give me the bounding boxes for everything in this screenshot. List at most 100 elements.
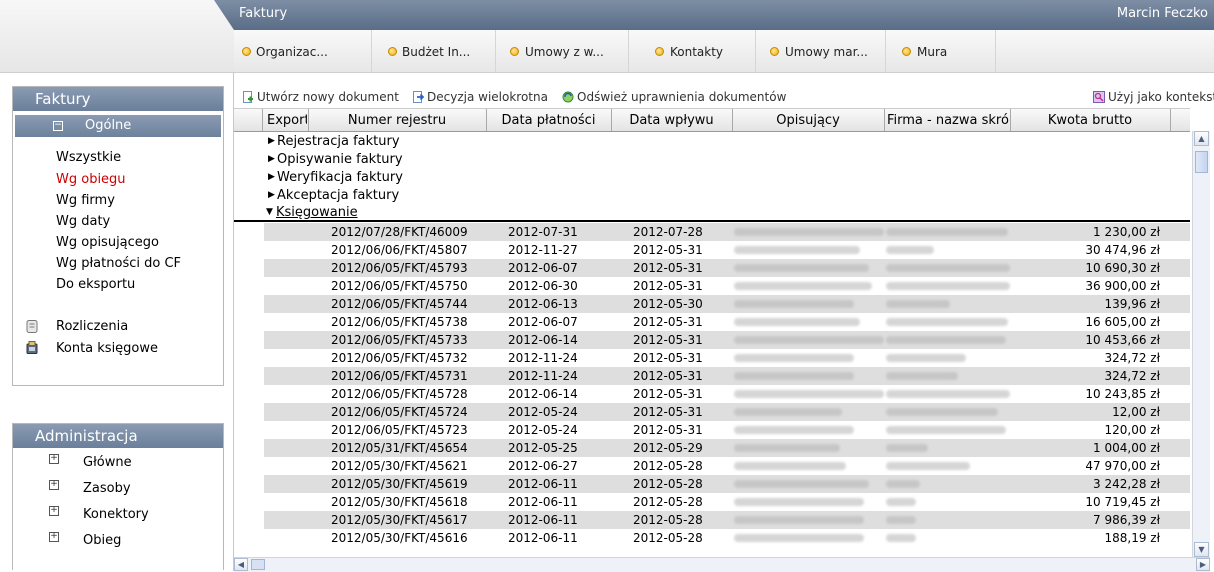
vertical-scrollbar[interactable]: ▲ ▼ [1192, 131, 1210, 557]
cell-data-platnosci: 2012-06-13 [508, 297, 578, 311]
tab-kontakty[interactable]: Kontakty [629, 30, 756, 72]
grid-body: ▶ Rejestracja faktury ▶ Opisywanie faktu… [234, 131, 1190, 557]
scroll-right-icon[interactable]: ▶ [1196, 558, 1210, 571]
nav-do-eksportu[interactable]: Do eksportu [56, 277, 135, 292]
nav-wszystkie[interactable]: Wszystkie [56, 150, 121, 165]
redacted-firma [886, 336, 1006, 344]
admin-item-obieg[interactable]: + Obieg [13, 526, 223, 552]
cell-data-wplywu: 2012-05-31 [633, 315, 703, 329]
ogolne-header[interactable]: − Ogólne [15, 115, 221, 137]
table-row[interactable]: 2012/06/05/FKT/45744 2012-06-13 2012-05-30… [264, 295, 1190, 313]
administracja-panel: Administracja + Główne + Zasoby + Konekt… [12, 423, 224, 570]
table-row[interactable]: 2012/05/30/FKT/45617 2012-06-11 2012-05-28… [264, 511, 1190, 529]
redacted-firma [886, 480, 920, 488]
cell-kwota-brutto: 324,72 zł [1104, 351, 1160, 365]
cell-numer-rejestru: 2012/06/05/FKT/45738 [331, 315, 468, 329]
table-row[interactable]: 2012/05/31/FKT/45654 2012-05-25 2012-05-29… [264, 439, 1190, 457]
admin-item-glowne[interactable]: + Główne [13, 448, 223, 474]
user-name[interactable]: Marcin Feczko [1117, 6, 1208, 21]
col-export[interactable]: Export [267, 113, 307, 128]
group-weryfikacja[interactable]: ▶ Weryfikacja faktury [234, 169, 1190, 187]
cell-data-platnosci: 2012-06-07 [508, 315, 578, 329]
cell-kwota-brutto: 10 243,85 zł [1085, 387, 1160, 401]
cell-data-wplywu: 2012-05-28 [633, 495, 703, 509]
cell-numer-rejestru: 2012/06/05/FKT/45724 [331, 405, 468, 419]
table-row[interactable]: 2012/06/05/FKT/45724 2012-05-24 2012-05-31… [264, 403, 1190, 421]
faktury-panel: Faktury − Ogólne Wszystkie Wg obiegu Wg … [12, 86, 224, 386]
cell-numer-rejestru: 2012/05/30/FKT/45621 [331, 459, 468, 473]
tab-umowy-mar[interactable]: Umowy mar... [756, 30, 886, 72]
faktury-panel-title[interactable]: Faktury [13, 87, 223, 111]
group-akceptacja[interactable]: ▶ Akceptacja faktury [234, 187, 1190, 205]
table-row[interactable]: 2012/06/05/FKT/45750 2012-06-30 2012-05-31… [264, 277, 1190, 295]
tab-mura[interactable]: Mura [886, 30, 996, 72]
col-firma[interactable]: Firma - nazwa skró [885, 113, 1011, 128]
administracja-panel-title[interactable]: Administracja [13, 424, 223, 448]
nav-rozliczenia[interactable]: Rozliczenia [56, 319, 128, 334]
cell-kwota-brutto: 10 453,66 zł [1085, 333, 1160, 347]
table-row[interactable]: 2012/06/05/FKT/45731 2012-11-24 2012-05-31… [264, 367, 1190, 385]
cell-kwota-brutto: 30 474,96 zł [1085, 243, 1160, 257]
col-kwota-brutto[interactable]: Kwota brutto [1011, 113, 1169, 128]
table-row[interactable]: 2012/05/30/FKT/45616 2012-06-11 2012-05-28… [264, 529, 1190, 547]
scroll-down-icon[interactable]: ▼ [1194, 542, 1209, 557]
group-rejestracja[interactable]: ▶ Rejestracja faktury [234, 133, 1190, 151]
tab-label: Organizac... [256, 45, 328, 59]
column-separator[interactable] [1170, 109, 1171, 131]
expand-arrow-icon: ▶ [268, 172, 275, 182]
redacted-opisujacy [734, 462, 846, 470]
nav-wg-opisujacego[interactable]: Wg opisującego [56, 235, 159, 250]
table-row[interactable]: 2012/06/05/FKT/45733 2012-06-14 2012-05-31… [264, 331, 1190, 349]
cell-numer-rejestru: 2012/06/05/FKT/45731 [331, 369, 468, 383]
col-data-wplywu[interactable]: Data wpływu [612, 113, 731, 128]
horizontal-scrollbar[interactable]: ◀ ▶ [234, 557, 1210, 572]
cell-data-wplywu: 2012-05-31 [633, 333, 703, 347]
redacted-firma [886, 516, 916, 524]
nav-wg-obiegu[interactable]: Wg obiegu [56, 172, 126, 187]
table-row[interactable]: 2012/07/28/FKT/46009 2012-07-31 2012-07-28… [264, 223, 1190, 241]
cell-kwota-brutto: 324,72 zł [1104, 369, 1160, 383]
new-document-button[interactable]: Utwórz nowy dokument [242, 90, 399, 104]
table-row[interactable]: 2012/06/06/FKT/45807 2012-11-27 2012-05-31… [264, 241, 1190, 259]
col-numer-rejestru[interactable]: Numer rejestru [309, 113, 485, 128]
tab-umowy-z-w[interactable]: Umowy z w... [496, 30, 629, 72]
col-data-platnosci[interactable]: Data płatności [487, 113, 610, 128]
use-as-context-button[interactable]: Użyj jako kontekst [1093, 90, 1214, 104]
nav-wg-platnosci[interactable]: Wg płatności do CF [56, 256, 181, 271]
scroll-left-icon[interactable]: ◀ [234, 558, 248, 571]
table-row[interactable]: 2012/06/05/FKT/45723 2012-05-24 2012-05-31… [264, 421, 1190, 439]
group-opisywanie[interactable]: ▶ Opisywanie faktury [234, 151, 1190, 169]
table-row[interactable]: 2012/06/05/FKT/45728 2012-06-14 2012-05-31… [264, 385, 1190, 403]
tab-budzet[interactable]: Budżet In... [372, 30, 496, 72]
nav-konta-ksiegowe[interactable]: Konta księgowe [56, 341, 158, 356]
refresh-permissions-button[interactable]: Odśwież uprawnienia dokumentów [562, 90, 786, 104]
multi-decision-button[interactable]: Decyzja wielokrotna [412, 90, 548, 104]
cell-kwota-brutto: 36 900,00 zł [1085, 279, 1160, 293]
cell-data-wplywu: 2012-05-28 [633, 459, 703, 473]
admin-item-konektory[interactable]: + Konektory [13, 500, 223, 526]
admin-item-zasoby[interactable]: + Zasoby [13, 474, 223, 500]
group-ksiegowanie[interactable]: ▼ Księgowanie [234, 205, 1190, 222]
circle-icon [770, 47, 779, 56]
tab-organizac[interactable]: Organizac... [234, 30, 372, 72]
expand-icon: + [49, 505, 59, 516]
tab-label: Budżet In... [402, 45, 471, 59]
scroll-thumb[interactable] [1195, 151, 1208, 173]
redacted-firma [886, 228, 1008, 236]
nav-wg-daty[interactable]: Wg daty [56, 214, 110, 229]
cell-kwota-brutto: 1 004,00 zł [1093, 441, 1160, 455]
scroll-thumb[interactable] [251, 559, 265, 570]
table-row[interactable]: 2012/05/30/FKT/45619 2012-06-11 2012-05-28… [264, 475, 1190, 493]
group-label: Rejestracja faktury [277, 134, 400, 149]
table-row[interactable]: 2012/06/05/FKT/45793 2012-06-07 2012-05-31… [264, 259, 1190, 277]
cell-data-platnosci: 2012-11-24 [508, 369, 578, 383]
col-opisujacy[interactable]: Opisujący [733, 113, 883, 128]
table-row[interactable]: 2012/05/30/FKT/45621 2012-06-27 2012-05-28… [264, 457, 1190, 475]
table-row[interactable]: 2012/06/05/FKT/45732 2012-11-24 2012-05-31… [264, 349, 1190, 367]
nav-wg-firmy[interactable]: Wg firmy [56, 193, 115, 208]
table-row[interactable]: 2012/05/30/FKT/45618 2012-06-11 2012-05-28… [264, 493, 1190, 511]
table-row[interactable]: 2012/06/05/FKT/45738 2012-06-07 2012-05-31… [264, 313, 1190, 331]
redacted-opisujacy [734, 246, 860, 254]
cell-data-wplywu: 2012-05-31 [633, 351, 703, 365]
scroll-up-icon[interactable]: ▲ [1194, 131, 1209, 146]
